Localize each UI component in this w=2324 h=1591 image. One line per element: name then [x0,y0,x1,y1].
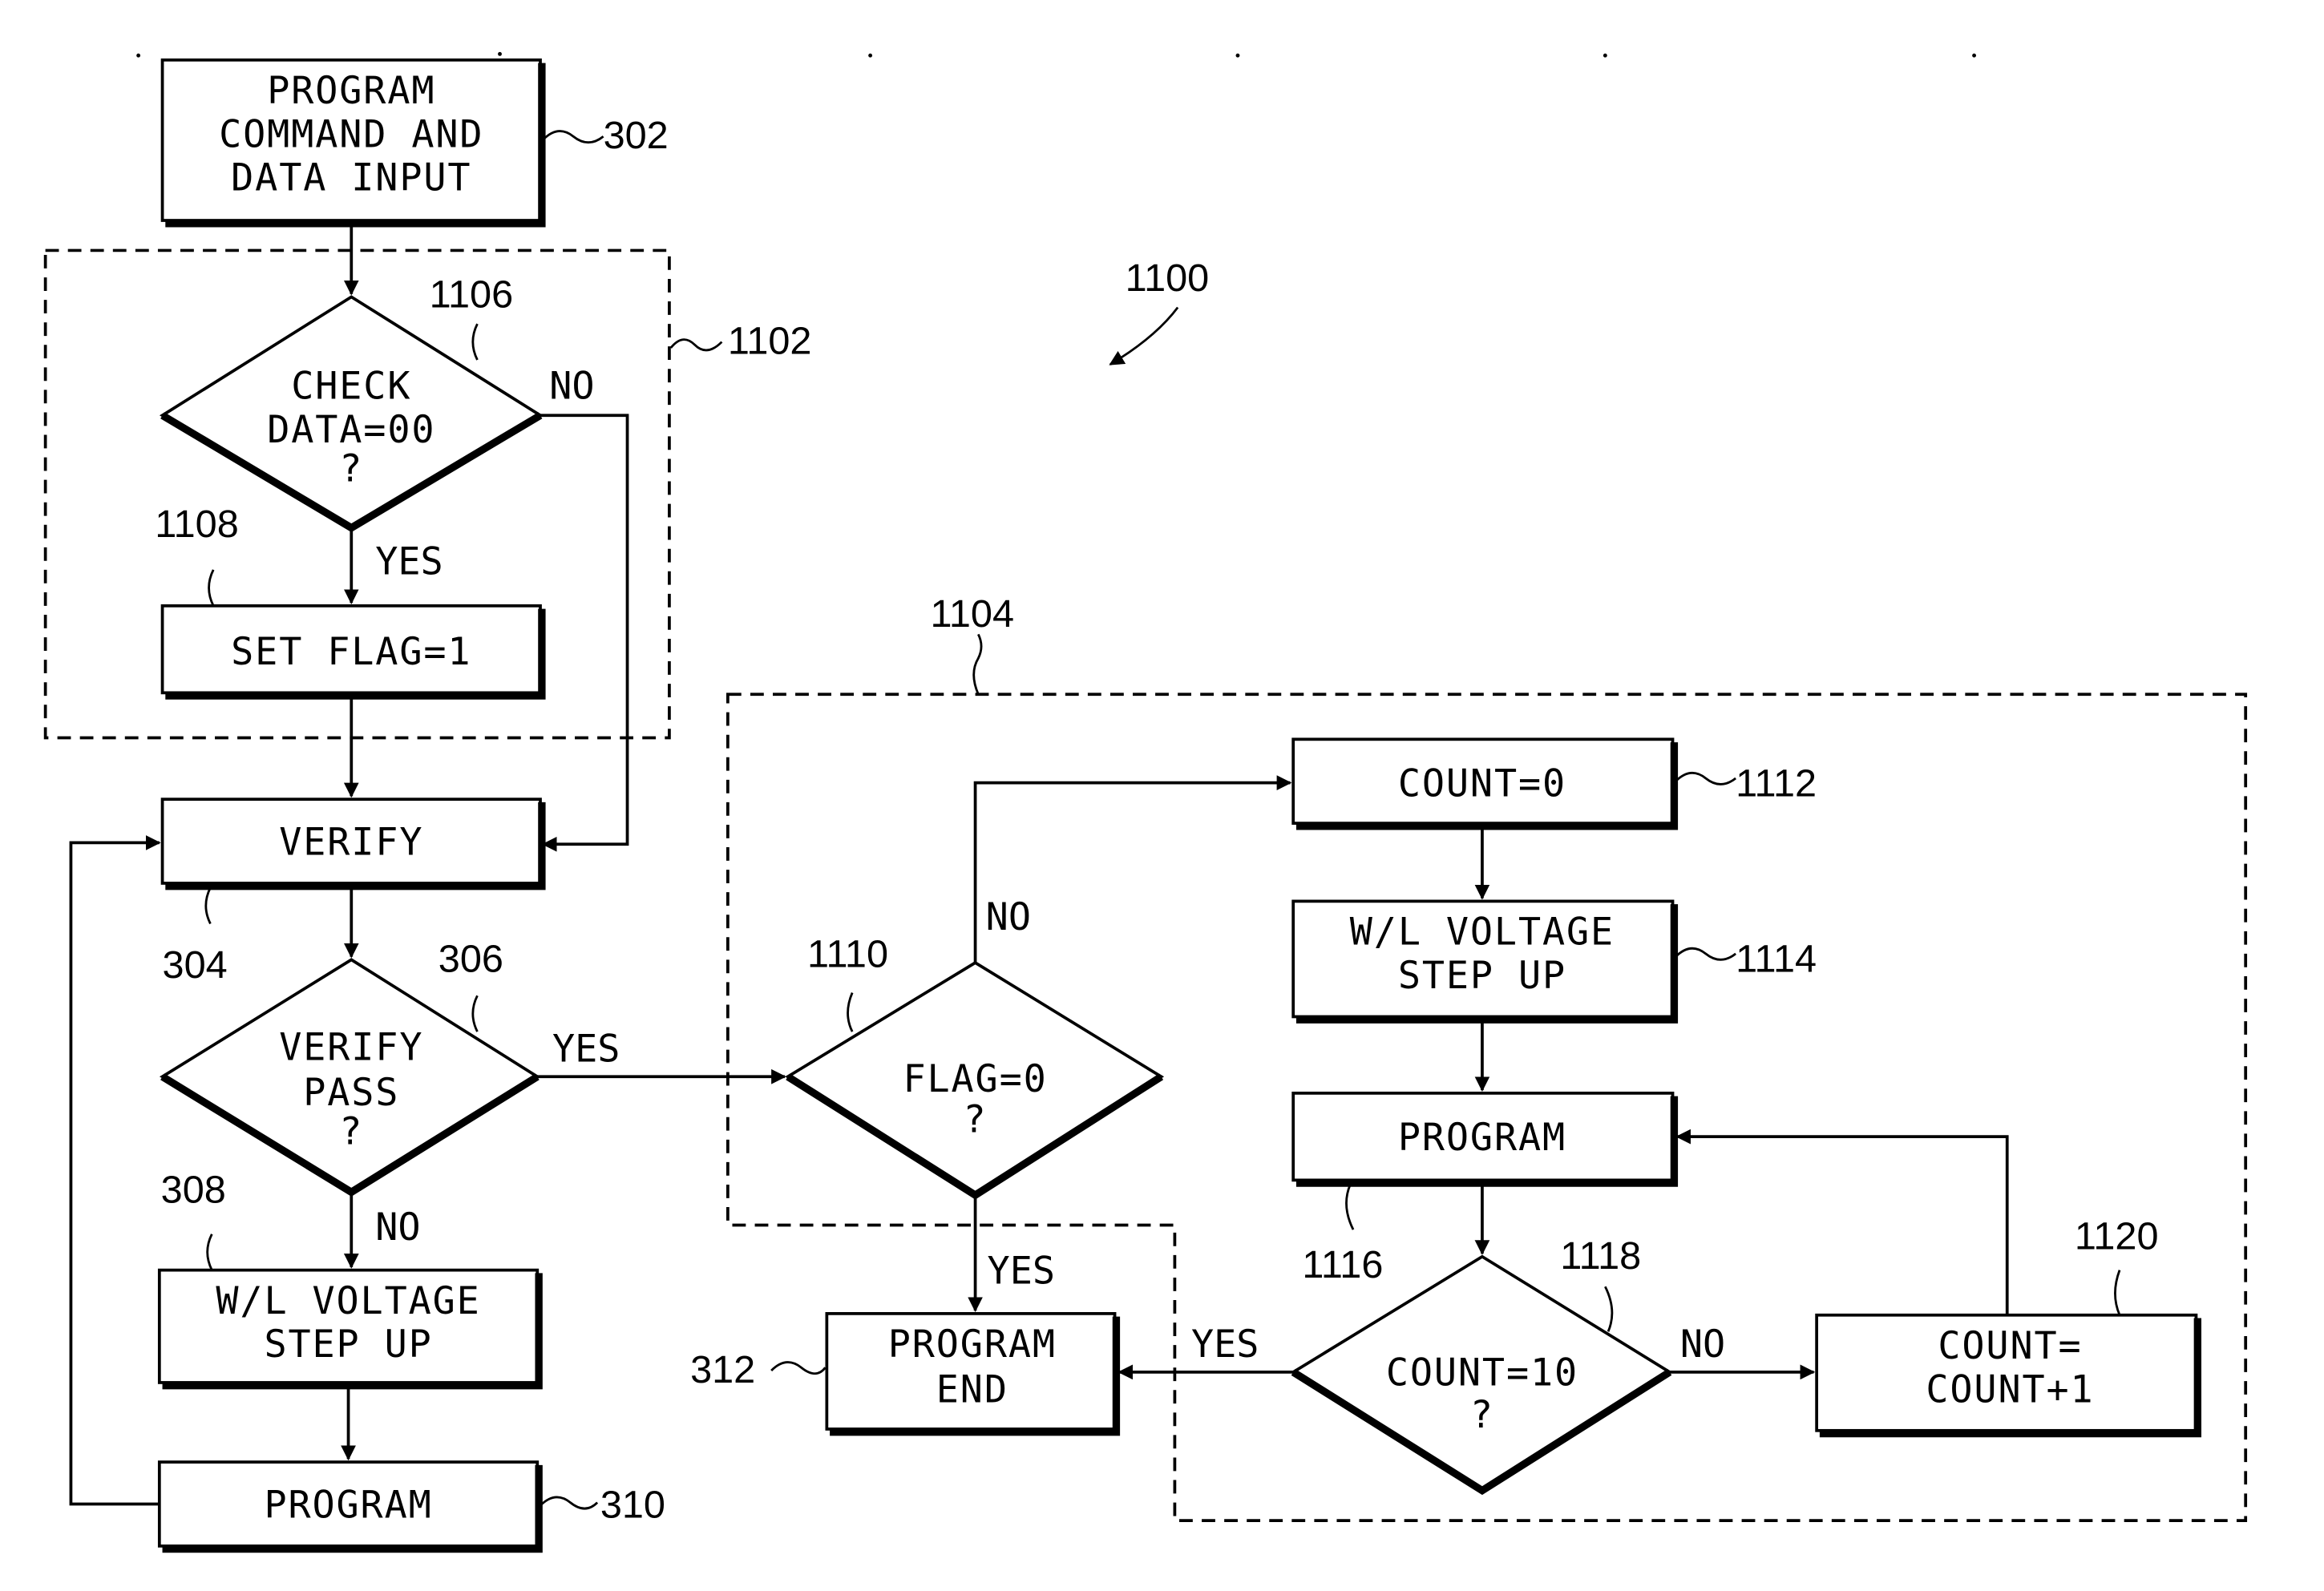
svg-text:?: ? [1470,1394,1494,1437]
node-program-command-data-input: PROGRAM COMMAND AND DATA INPUT [160,58,546,228]
edge-1106-no [540,414,629,852]
ref-308: 308 [161,1168,226,1211]
node-count-zero: COUNT=0 [1291,737,1679,830]
label-yes-1106: YES [375,541,443,584]
decision-count-ten: COUNT=10 ? [1290,1254,1673,1496]
ref-1118: 1118 [1560,1234,1641,1278]
svg-text:PROGRAM: PROGRAM [1398,1117,1566,1160]
decision-check-data: CHECK DATA=00 ? [159,295,544,532]
ref-302: 302 [604,114,669,157]
ref-310: 310 [600,1483,665,1526]
svg-text:STEP UP: STEP UP [1398,955,1566,998]
label-no-1106: NO [549,365,594,409]
svg-text:W/L VOLTAGE: W/L VOLTAGE [1350,911,1615,955]
ref-312: 312 [690,1348,755,1391]
leader-302 [542,130,604,144]
leader-310 [540,1496,599,1510]
node-wl-voltage-step-up: W/L VOLTAGE STEP UP [157,1268,543,1390]
node-program: PROGRAM [157,1460,543,1553]
leader-1108 [208,569,215,607]
svg-text:COUNT=10: COUNT=10 [1386,1352,1578,1395]
check-group-ref: 1102 [728,320,812,363]
leader-1112 [1675,772,1736,785]
ref-1112: 1112 [1736,761,1817,805]
node-program-2: PROGRAM [1291,1091,1679,1187]
figure-ref: 1100 [1126,256,1210,300]
svg-text:PROGRAM: PROGRAM [267,70,435,113]
flowchart: 1100 1102 1104 PROGRAM COMMAND AND DATA … [43,51,2248,1553]
svg-text:VERIFY: VERIFY [279,821,423,864]
decision-flag: FLAG=0 ? [785,960,1165,1200]
leader-1118 [1604,1286,1614,1332]
node-program-end: PROGRAM END [825,1312,1121,1436]
svg-text:COUNT+1: COUNT+1 [1926,1368,2094,1411]
svg-text:PASS: PASS [303,1072,399,1115]
edge-1120-loop [1675,1129,2009,1315]
node-wl-voltage-step-up-2: W/L VOLTAGE STEP UP [1291,899,1679,1024]
label-no-1110: NO [986,896,1031,939]
svg-text:END: END [936,1368,1008,1411]
edge-310-loop [69,835,161,1506]
svg-text:?: ? [964,1099,988,1142]
svg-text:COUNT=0: COUNT=0 [1398,762,1566,806]
leader-1120 [2114,1270,2121,1316]
check-group-leader [669,338,723,352]
svg-text:FLAG=0: FLAG=0 [903,1058,1047,1101]
ref-1120: 1120 [2075,1214,2159,1258]
decision-verify-pass: VERIFY PASS ? [159,958,540,1197]
svg-text:PROGRAM: PROGRAM [888,1323,1057,1367]
ref-304: 304 [163,943,228,987]
svg-text:STEP UP: STEP UP [264,1323,432,1367]
svg-text:COMMAND AND: COMMAND AND [219,113,483,156]
svg-text:?: ? [339,1110,363,1153]
ref-1108: 1108 [155,503,239,546]
leader-308 [206,1234,213,1271]
svg-text:COUNT=: COUNT= [1938,1325,2082,1368]
leader-1110 [847,991,854,1032]
svg-text:VERIFY: VERIFY [279,1027,423,1070]
svg-text:SET FLAG=1: SET FLAG=1 [231,631,471,674]
ref-1106: 1106 [430,273,514,317]
svg-text:CHECK: CHECK [291,365,411,409]
ref-1110: 1110 [807,933,888,976]
leader-1116 [1345,1184,1355,1230]
svg-text:PROGRAM: PROGRAM [264,1484,432,1527]
label-yes-306: YES [552,1028,620,1072]
label-yes-1118: YES [1191,1323,1259,1367]
svg-text:W/L VOLTAGE: W/L VOLTAGE [216,1280,480,1323]
label-no-1118: NO [1680,1323,1725,1367]
label-no-306: NO [375,1206,420,1250]
ref-1116: 1116 [1302,1243,1383,1286]
scan-artifacts [136,51,1977,58]
leader-306 [471,995,479,1032]
leader-312 [770,1361,827,1375]
flag-group-leader [972,633,983,695]
svg-text:DATA=00: DATA=00 [267,409,435,452]
figure-ref-arrow [1109,306,1179,365]
ref-1114: 1114 [1736,937,1817,980]
ref-306: 306 [439,937,503,980]
leader-1114 [1675,947,1736,961]
node-set-flag: SET FLAG=1 [160,604,546,700]
flag-group-ref: 1104 [930,592,1014,636]
leader-304 [204,886,212,925]
node-verify: VERIFY [160,798,546,890]
svg-text:?: ? [339,448,363,491]
svg-text:DATA INPUT: DATA INPUT [231,157,471,200]
node-count-increment: COUNT= COUNT+1 [1815,1313,2202,1438]
leader-1106 [471,323,479,361]
label-yes-1110: YES [988,1250,1055,1293]
